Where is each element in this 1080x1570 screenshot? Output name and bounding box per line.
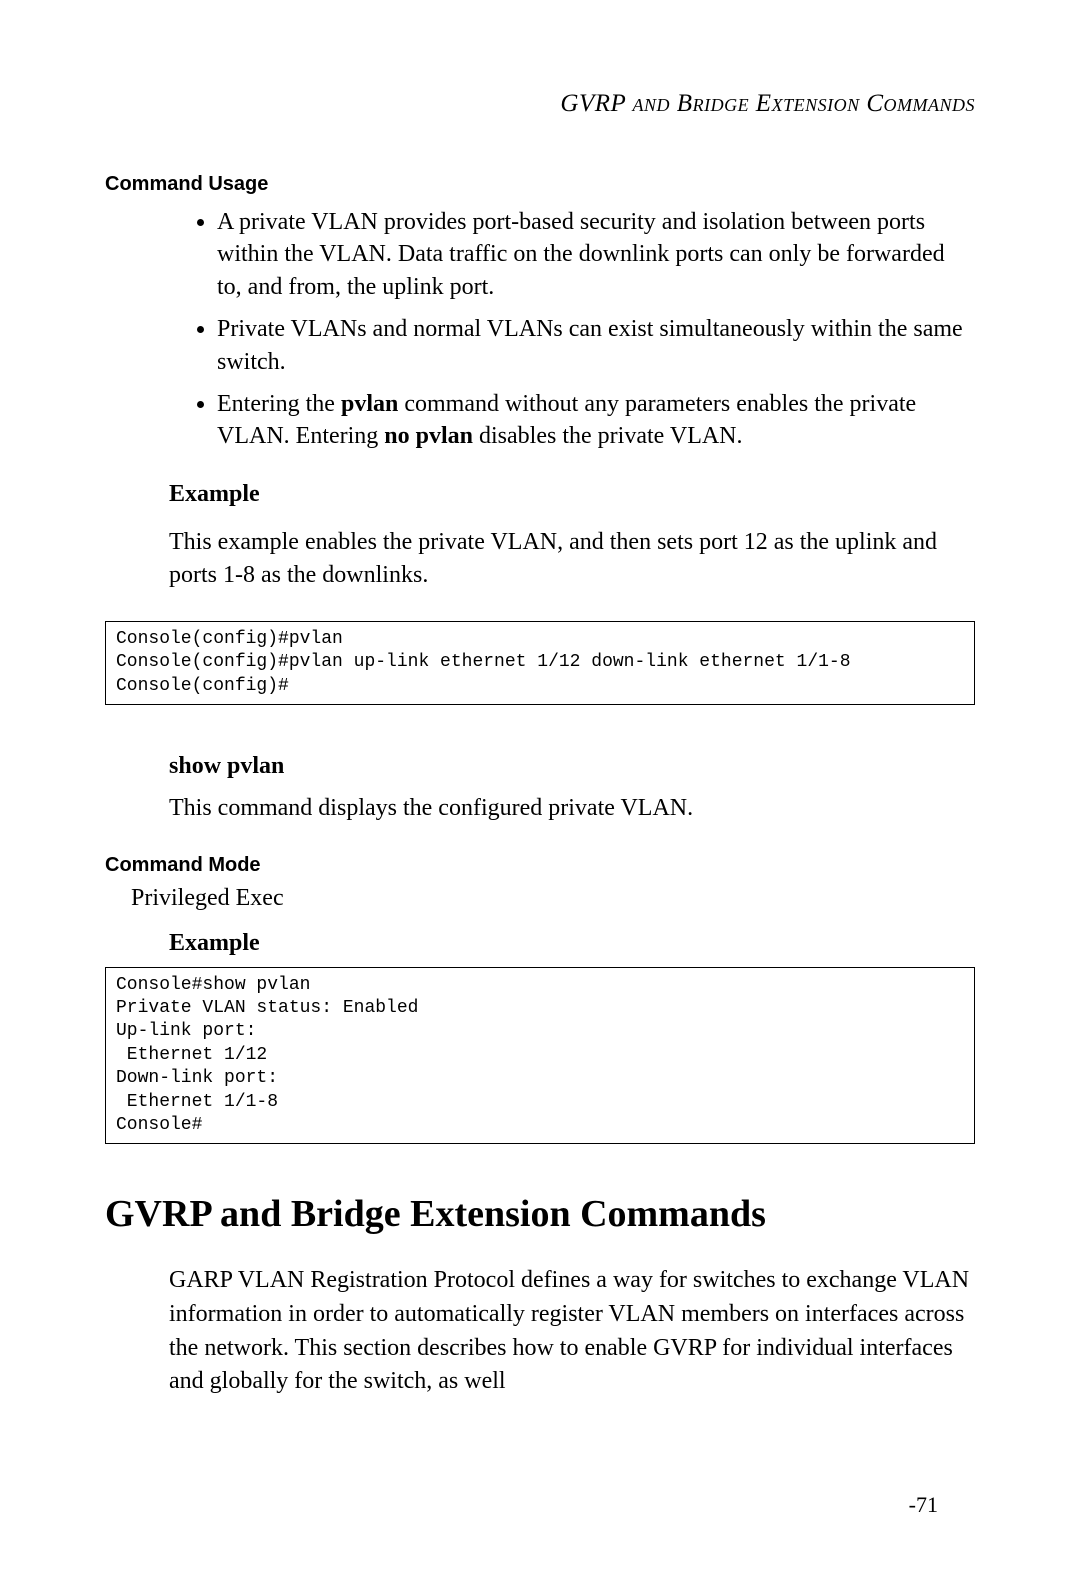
bullet-3: Entering the pvlan command without any p… [217,388,975,453]
heading-show-pvlan: show pvlan [169,753,975,780]
command-mode-value: Privileged Exec [131,885,975,912]
bullet-3-bold2: no pvlan [384,423,473,449]
main-section-body: GARP VLAN Registration Protocol defines … [169,1264,975,1398]
code-block-2: Console#show pvlan Private VLAN status: … [105,967,975,1145]
example-2-block: Example [169,930,975,957]
bullet-3-post: disables the private VLAN. [473,423,743,449]
bullet-2: Private VLANs and normal VLANs can exist… [217,313,975,378]
show-pvlan-block: show pvlan This command displays the con… [169,753,975,826]
running-header: GVRP and Bridge Extension Commands [105,90,975,118]
heading-command-mode: Command Mode [105,854,975,877]
main-section-para: GARP VLAN Registration Protocol defines … [169,1264,975,1398]
page-number: -71 [909,1492,938,1518]
bullet-3-pre: Entering the [217,391,341,417]
bullet-1: A private VLAN provides port-based secur… [217,206,975,303]
code-block-1: Console(config)#pvlan Console(config)#pv… [105,621,975,705]
usage-bullets: A private VLAN provides port-based secur… [169,206,975,453]
bullet-3-bold1: pvlan [341,391,398,417]
show-pvlan-desc: This command displays the configured pri… [169,792,975,826]
usage-block: A private VLAN provides port-based secur… [169,206,975,593]
page-container: GVRP and Bridge Extension Commands Comma… [0,0,1080,1570]
example-1-intro: This example enables the private VLAN, a… [169,526,975,593]
heading-main-section: GVRP and Bridge Extension Commands [105,1192,975,1236]
heading-example-1: Example [169,481,975,508]
heading-example-2: Example [169,930,975,957]
heading-command-usage: Command Usage [105,173,975,196]
